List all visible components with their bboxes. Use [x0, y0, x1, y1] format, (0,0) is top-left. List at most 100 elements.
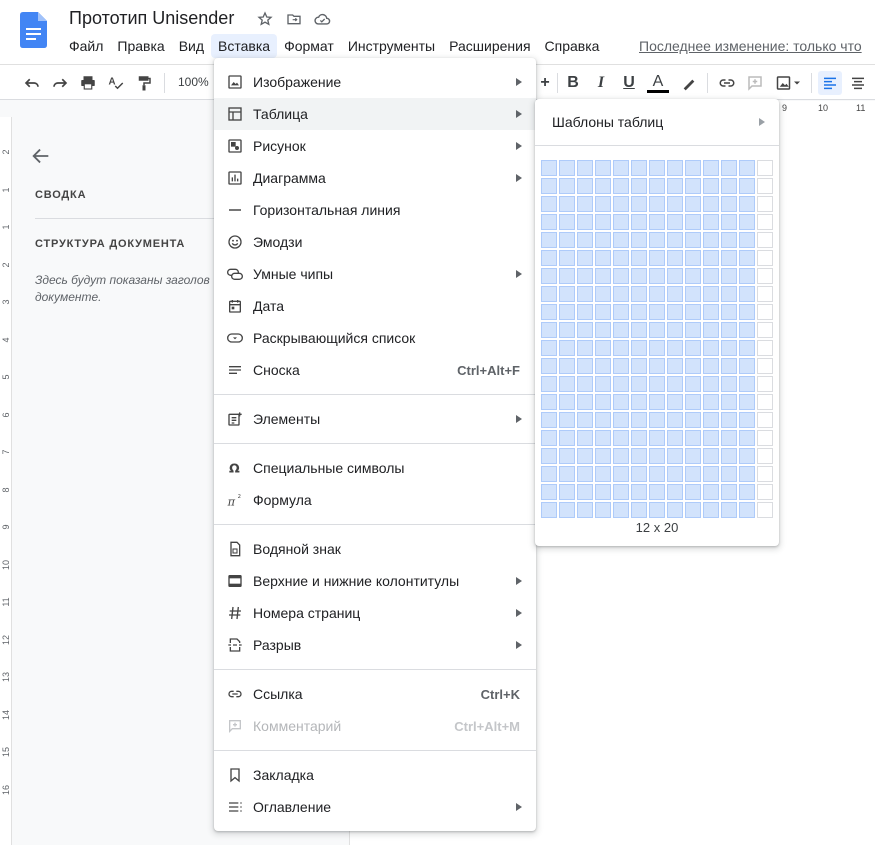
table-grid-cell[interactable]	[739, 340, 755, 356]
table-grid-cell[interactable]	[649, 304, 665, 320]
table-grid-cell[interactable]	[631, 394, 647, 410]
table-grid-cell[interactable]	[667, 322, 683, 338]
table-grid-cell[interactable]	[757, 178, 773, 194]
table-grid-cell[interactable]	[613, 214, 629, 230]
table-grid-cell[interactable]	[577, 412, 593, 428]
table-grid-cell[interactable]	[667, 430, 683, 446]
table-grid-cell[interactable]	[667, 412, 683, 428]
table-grid-cell[interactable]	[541, 286, 557, 302]
table-grid-cell[interactable]	[631, 232, 647, 248]
table-grid-cell[interactable]	[577, 340, 593, 356]
table-grid-cell[interactable]	[685, 484, 701, 500]
table-grid-cell[interactable]	[739, 304, 755, 320]
table-grid-cell[interactable]	[541, 448, 557, 464]
table-grid-cell[interactable]	[613, 412, 629, 428]
table-grid-cell[interactable]	[721, 466, 737, 482]
table-grid-cell[interactable]	[721, 340, 737, 356]
table-grid-cell[interactable]	[595, 232, 611, 248]
zoom-select[interactable]: 100%	[178, 75, 209, 89]
table-grid-cell[interactable]	[667, 304, 683, 320]
table-grid-cell[interactable]	[649, 466, 665, 482]
table-grid-cell[interactable]	[667, 196, 683, 212]
table-grid-cell[interactable]	[541, 340, 557, 356]
table-grid-cell[interactable]	[757, 196, 773, 212]
table-grid-cell[interactable]	[703, 322, 719, 338]
table-grid-cell[interactable]	[685, 466, 701, 482]
table-grid-cell[interactable]	[595, 160, 611, 176]
table-grid-cell[interactable]	[541, 160, 557, 176]
table-grid-cell[interactable]	[577, 160, 593, 176]
table-grid-cell[interactable]	[595, 358, 611, 374]
move-folder-icon[interactable]	[285, 10, 302, 27]
table-grid-cell[interactable]	[613, 430, 629, 446]
table-grid-cell[interactable]	[703, 340, 719, 356]
table-grid-cell[interactable]	[739, 358, 755, 374]
table-grid-cell[interactable]	[595, 394, 611, 410]
table-grid-cell[interactable]	[631, 160, 647, 176]
table-grid-cell[interactable]	[721, 160, 737, 176]
table-grid-cell[interactable]	[667, 214, 683, 230]
insert-menu-item[interactable]: Раскрывающийся список	[214, 322, 536, 354]
table-grid-cell[interactable]	[757, 502, 773, 518]
table-grid-cell[interactable]	[685, 196, 701, 212]
table-grid-cell[interactable]	[721, 484, 737, 500]
table-grid-cell[interactable]	[757, 484, 773, 500]
menu-1[interactable]: Правка	[110, 34, 171, 58]
table-grid-cell[interactable]	[721, 250, 737, 266]
insert-menu-item[interactable]: Ω Специальные символы	[214, 452, 536, 484]
table-grid-cell[interactable]	[577, 304, 593, 320]
table-grid-cell[interactable]	[595, 322, 611, 338]
table-grid-cell[interactable]	[577, 484, 593, 500]
table-grid-cell[interactable]	[703, 178, 719, 194]
last-edit-link[interactable]: Последнее изменение: только что	[639, 38, 862, 54]
star-icon[interactable]	[256, 10, 273, 27]
table-grid-cell[interactable]	[541, 430, 557, 446]
table-grid-cell[interactable]	[667, 268, 683, 284]
table-grid-cell[interactable]	[541, 484, 557, 500]
table-grid-cell[interactable]	[577, 448, 593, 464]
table-grid-cell[interactable]	[541, 466, 557, 482]
menu-7[interactable]: Справка	[538, 34, 607, 58]
insert-menu-item[interactable]: Диаграмма	[214, 162, 536, 194]
table-grid-cell[interactable]	[577, 322, 593, 338]
menu-3[interactable]: Вставка	[211, 34, 278, 58]
table-grid-cell[interactable]	[541, 322, 557, 338]
table-grid-cell[interactable]	[649, 376, 665, 392]
table-grid-cell[interactable]	[667, 232, 683, 248]
insert-menu-item[interactable]: Рисунок	[214, 130, 536, 162]
table-grid-cell[interactable]	[721, 196, 737, 212]
table-grid-cell[interactable]	[595, 466, 611, 482]
align-center-icon[interactable]	[846, 71, 870, 95]
paint-format-icon[interactable]	[132, 71, 156, 95]
insert-menu-item[interactable]: Сноска Ctrl+Alt+F	[214, 354, 536, 386]
table-grid-cell[interactable]	[739, 412, 755, 428]
insert-menu-item[interactable]: Умные чипы	[214, 258, 536, 290]
table-grid-cell[interactable]	[613, 484, 629, 500]
table-grid-cell[interactable]	[541, 304, 557, 320]
table-grid-cell[interactable]	[541, 196, 557, 212]
table-grid-cell[interactable]	[685, 358, 701, 374]
table-grid-cell[interactable]	[577, 466, 593, 482]
table-grid-cell[interactable]	[721, 394, 737, 410]
table-grid-cell[interactable]	[595, 502, 611, 518]
table-grid-cell[interactable]	[613, 358, 629, 374]
table-grid-cell[interactable]	[613, 196, 629, 212]
table-grid-cell[interactable]	[739, 466, 755, 482]
table-grid-cell[interactable]	[559, 412, 575, 428]
table-grid-cell[interactable]	[613, 394, 629, 410]
table-grid-cell[interactable]	[685, 178, 701, 194]
table-grid-cell[interactable]	[631, 430, 647, 446]
table-grid-cell[interactable]	[559, 250, 575, 266]
table-grid-cell[interactable]	[667, 394, 683, 410]
table-grid-cell[interactable]	[757, 304, 773, 320]
table-grid-cell[interactable]	[667, 466, 683, 482]
table-grid-cell[interactable]	[631, 268, 647, 284]
table-grid-cell[interactable]	[739, 268, 755, 284]
table-grid-cell[interactable]	[757, 448, 773, 464]
table-grid-cell[interactable]	[631, 484, 647, 500]
table-grid-cell[interactable]	[667, 376, 683, 392]
table-grid-cell[interactable]	[667, 340, 683, 356]
table-grid-cell[interactable]	[613, 322, 629, 338]
table-grid-cell[interactable]	[559, 160, 575, 176]
table-grid-cell[interactable]	[541, 178, 557, 194]
